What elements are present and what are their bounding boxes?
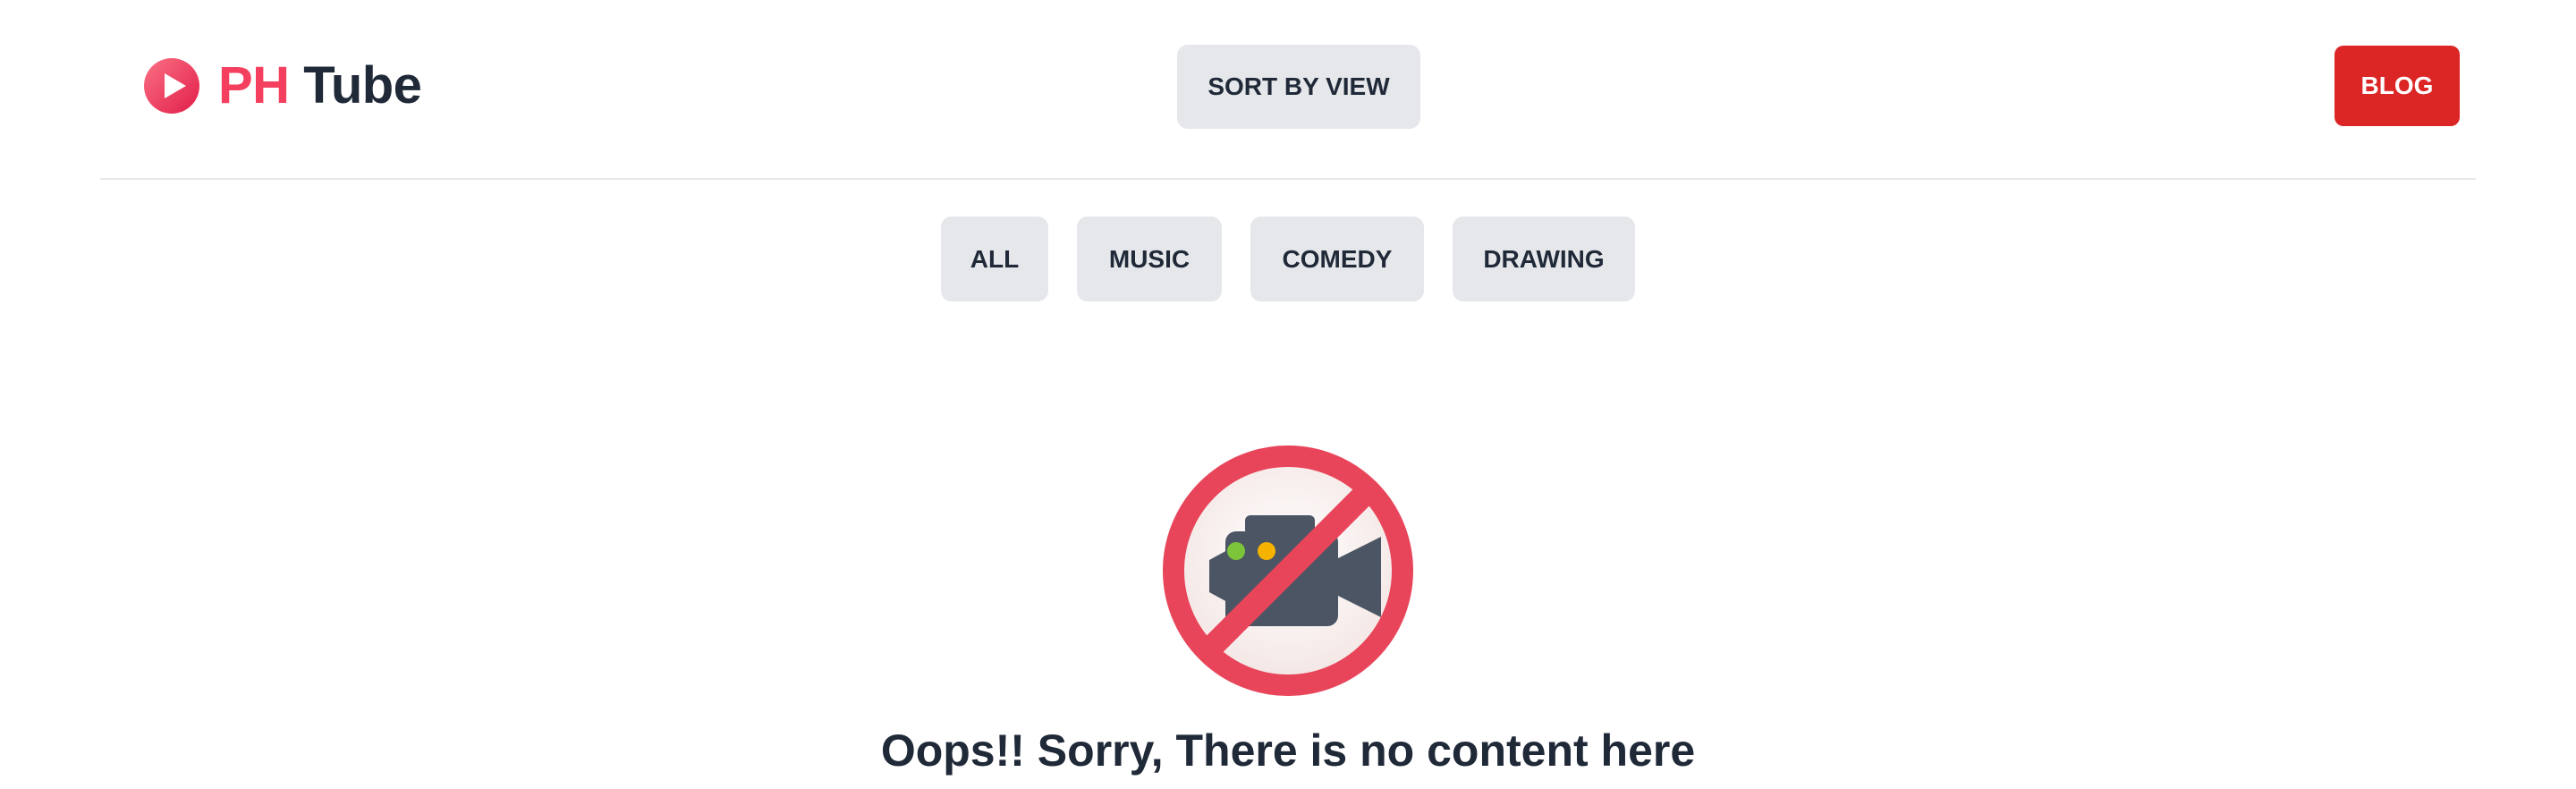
sort-by-view-button[interactable]: SORT BY VIEW [1177,45,1420,129]
category-all-button[interactable]: ALL [941,216,1048,301]
category-drawing-button[interactable]: DRAWING [1453,216,1635,301]
logo-text: PH Tube [218,60,422,112]
category-comedy-button[interactable]: COMEDY [1250,216,1424,301]
play-circle-icon [144,58,199,114]
blog-button[interactable]: BLOG [2334,46,2460,126]
logo[interactable]: PH Tube [143,52,422,120]
logo-tube: Tube [303,56,422,115]
logo-ph: PH [218,56,290,115]
no-video-camera-icon [1163,445,1413,696]
empty-state-message: Oops!! Sorry, There is no content here [880,725,1696,776]
category-music-button[interactable]: MUSIC [1077,216,1222,301]
header-divider [100,178,2476,180]
